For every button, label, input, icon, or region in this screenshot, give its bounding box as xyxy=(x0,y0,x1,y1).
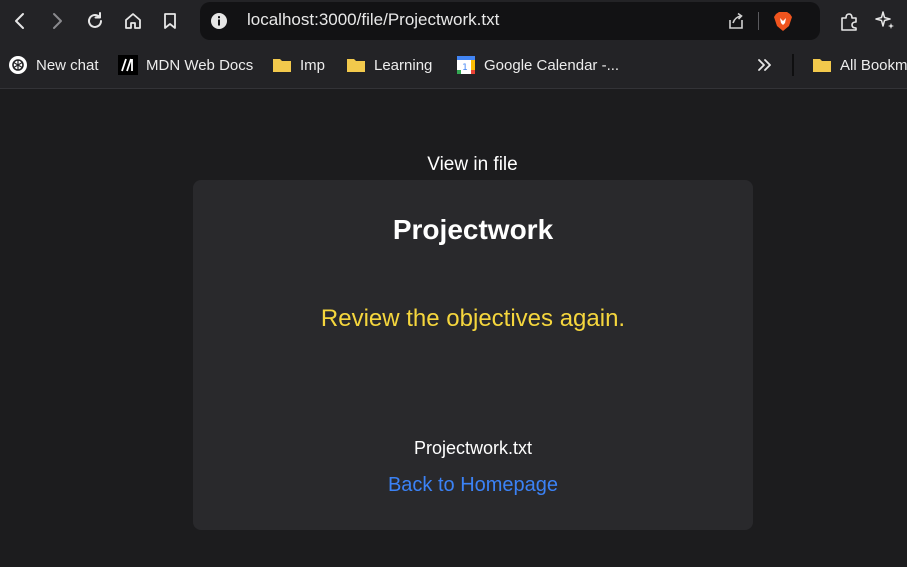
file-content: Review the objectives again. xyxy=(320,305,626,332)
folder-icon xyxy=(272,55,292,75)
bookmark-label: Google Calendar -... xyxy=(484,56,620,74)
address-divider xyxy=(758,12,759,30)
bookmark-icon xyxy=(164,13,176,29)
page-heading: View in file xyxy=(427,154,518,175)
bookmark-new-chat[interactable]: New chat xyxy=(8,54,99,76)
browser-toolbar: localhost:3000/file/Projectwork.txt xyxy=(0,0,907,44)
bookmark-button[interactable] xyxy=(157,8,183,34)
svg-text:1: 1 xyxy=(462,63,468,73)
mdn-icon xyxy=(118,55,138,75)
forward-button[interactable] xyxy=(44,8,70,34)
bookmarks-divider xyxy=(792,54,794,76)
bookmarks-bar: New chat MDN Web Docs Imp Learning 1 Goo… xyxy=(0,44,907,89)
url-text[interactable]: localhost:3000/file/Projectwork.txt xyxy=(247,10,499,30)
google-calendar-icon: 1 xyxy=(456,55,476,75)
bookmark-label: Learning xyxy=(374,56,433,74)
extensions-icon[interactable] xyxy=(838,10,860,32)
forward-arrow-icon xyxy=(53,13,62,29)
file-title: Projectwork xyxy=(392,214,554,245)
bookmark-google-calendar[interactable]: 1 Google Calendar -... xyxy=(456,54,619,76)
chatgpt-icon xyxy=(8,55,28,75)
folder-icon xyxy=(346,55,366,75)
back-to-homepage-link[interactable]: Back to Homepage xyxy=(193,474,753,497)
bookmark-label: New chat xyxy=(36,56,99,74)
page-content: View in file Projectwork Review the obje… xyxy=(0,90,907,567)
brave-shields-icon[interactable] xyxy=(772,10,794,32)
file-name: Projectwork.txt xyxy=(413,438,533,458)
back-button[interactable] xyxy=(7,8,33,34)
bookmark-label: MDN Web Docs xyxy=(146,56,254,74)
file-card: Projectwork Review the objectives again.… xyxy=(193,180,753,530)
reload-button[interactable] xyxy=(82,8,108,34)
home-button[interactable] xyxy=(120,8,146,34)
more-bookmarks-icon[interactable] xyxy=(755,55,775,75)
reload-icon xyxy=(88,12,102,28)
back-arrow-icon xyxy=(15,13,24,29)
folder-icon xyxy=(812,55,832,75)
all-bookmarks-folder[interactable]: All Bookm xyxy=(812,54,907,76)
info-icon[interactable] xyxy=(210,12,228,30)
bookmark-folder-imp[interactable]: Imp xyxy=(272,54,325,76)
bookmark-mdn[interactable]: MDN Web Docs xyxy=(118,54,253,76)
address-bar[interactable]: localhost:3000/file/Projectwork.txt xyxy=(200,2,820,40)
bookmark-label: All Bookm xyxy=(840,56,907,74)
home-icon xyxy=(125,13,141,29)
bookmark-folder-learning[interactable]: Learning xyxy=(346,54,432,76)
share-icon[interactable] xyxy=(726,11,746,31)
bookmark-label: Imp xyxy=(300,56,326,74)
leo-ai-icon[interactable] xyxy=(874,10,896,32)
